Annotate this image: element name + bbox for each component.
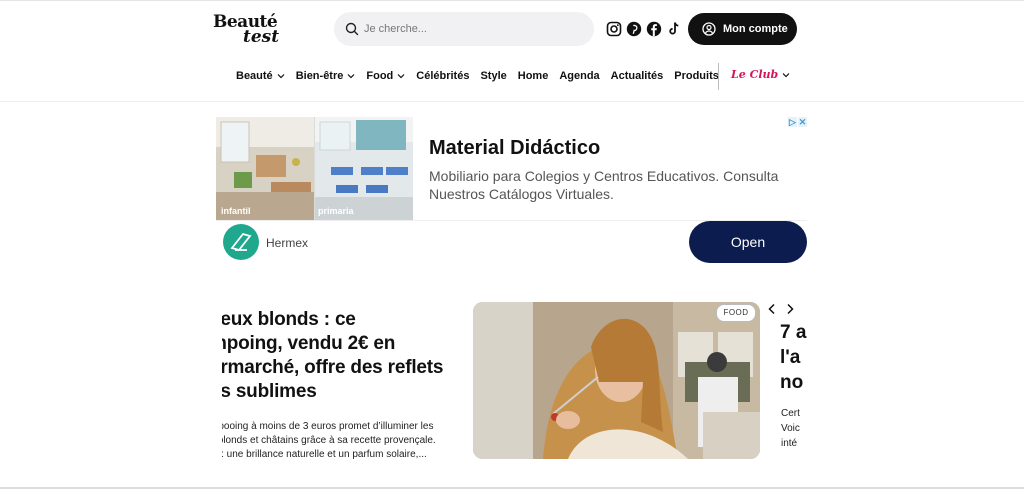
nav-item-actualites[interactable]: Actualités [611, 70, 664, 82]
nav-item-bien-etre[interactable]: Bien-être [296, 70, 356, 82]
article-2-title[interactable]: 7 a l'a no [780, 320, 810, 395]
social-links [606, 21, 682, 39]
nav-item-celebrites[interactable]: Célébrités [416, 70, 469, 82]
nav-item-style[interactable]: Style [480, 70, 506, 82]
search-input[interactable]: Je cherche... [364, 22, 427, 36]
nav-item-agenda[interactable]: Agenda [559, 70, 599, 82]
facebook-icon[interactable] [646, 21, 662, 37]
instagram-icon[interactable] [606, 21, 622, 37]
carousel-prev-button[interactable] [765, 302, 779, 316]
chevron-left-icon [768, 303, 775, 315]
club-label: Le Club [731, 68, 779, 81]
nav-label: Style [480, 70, 507, 82]
article-2-excerpt: Cert Voic inté [781, 408, 800, 449]
ad-brand-name[interactable]: Hermex [266, 236, 308, 250]
search-bar[interactable]: Je cherche... [334, 12, 594, 46]
ad-image[interactable]: infantil primaria [216, 117, 413, 220]
chevron-down-icon [277, 74, 285, 79]
nav-item-le-club[interactable]: Le Club [731, 68, 790, 81]
nav-label: Beauté [236, 70, 273, 82]
site-logo[interactable]: Beauté test [213, 13, 285, 47]
nav-item-food[interactable]: Food [366, 70, 405, 82]
logo-text-line2: test [243, 27, 280, 47]
search-icon [344, 21, 360, 37]
user-icon [702, 22, 716, 36]
ad-description: Mobiliario para Colegios y Centros Educa… [429, 168, 779, 202]
nav-label: Actualités [610, 70, 664, 82]
category-badge[interactable]: FOOD [716, 304, 756, 322]
tiktok-icon[interactable] [666, 21, 682, 37]
ad-open-button[interactable]: Open [689, 221, 807, 263]
article-card-1[interactable]: veux blonds : ce mpoing, vendu 2€ en erm… [222, 300, 462, 470]
article-1-title[interactable]: veux blonds : ce mpoing, vendu 2€ en erm… [222, 308, 450, 404]
nav-item-beaute[interactable]: Beauté [236, 70, 285, 82]
article-2-image[interactable] [473, 302, 760, 459]
nav-item-home[interactable]: Home [518, 70, 549, 82]
hermex-logo-icon[interactable] [223, 224, 259, 260]
nav-label: Food [366, 70, 394, 82]
ad-caption-infantil: infantil [221, 206, 251, 216]
nav-label: Bien-être [295, 70, 344, 82]
ad-choices-icon[interactable]: ▷ ✕ [788, 117, 807, 127]
nav-label: Célébrités [416, 70, 470, 82]
account-button[interactable]: Mon compte [688, 13, 797, 45]
nav-item-produits[interactable]: Produits [674, 70, 719, 82]
account-label: Mon compte [723, 23, 788, 35]
header-divider [0, 101, 1024, 102]
chevron-down-icon [782, 72, 790, 77]
nav-label: Agenda [559, 70, 600, 82]
carousel-next-button[interactable] [783, 302, 797, 316]
main-nav: Beauté Bien-être Food Célébrités Style H… [236, 68, 730, 84]
top-border [0, 0, 1024, 1]
pinterest-icon[interactable] [626, 21, 642, 37]
advertisement[interactable]: infantil primaria ▷ ✕ Material Didáctico … [216, 117, 807, 265]
nav-divider [718, 63, 719, 90]
article-1-excerpt: mpooing à moins de 3 euros promet d’illu… [222, 421, 436, 460]
ad-title[interactable]: Material Didáctico [429, 136, 600, 160]
article-carousel: veux blonds : ce mpoing, vendu 2€ en erm… [0, 300, 1024, 470]
nav-label: Produits [674, 70, 719, 82]
nav-label: Home [517, 70, 549, 82]
chevron-right-icon [787, 303, 794, 315]
ad-caption-primaria: primaria [318, 206, 354, 216]
chevron-down-icon [347, 74, 355, 79]
chevron-down-icon [397, 74, 405, 79]
